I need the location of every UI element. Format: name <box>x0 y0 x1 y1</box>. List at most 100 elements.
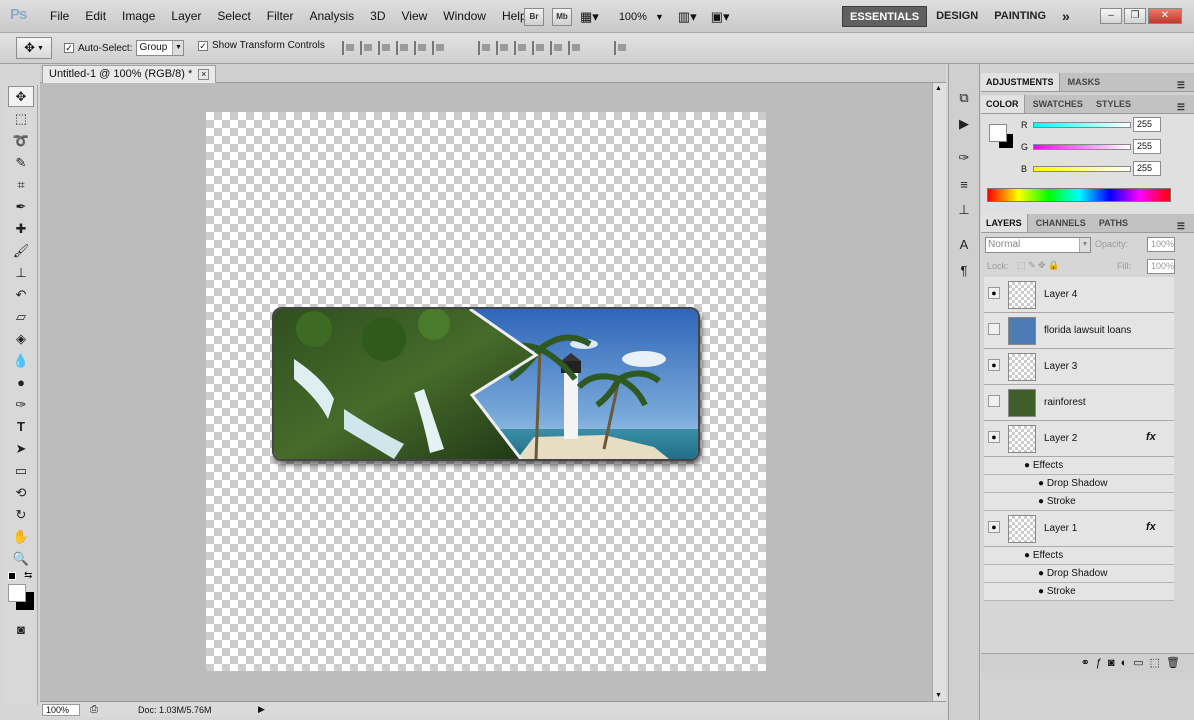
zoom-dropdown-icon[interactable]: ▼ <box>655 12 664 22</box>
eraser-tool-icon[interactable]: ▱ <box>8 306 34 327</box>
menu-3d[interactable]: 3D <box>362 0 393 33</box>
foreground-color-chip[interactable] <box>989 124 1007 142</box>
align-right-icon[interactable] <box>432 41 446 55</box>
bridge-button[interactable]: Br <box>524 7 544 26</box>
align-top-icon[interactable] <box>342 41 356 55</box>
distribute-vcenter-icon[interactable] <box>496 41 510 55</box>
eye-icon[interactable]: ● <box>1038 586 1044 597</box>
dodge-tool-icon[interactable]: ● <box>8 372 34 393</box>
tab-masks[interactable]: MASKS <box>1063 73 1106 91</box>
effect-row[interactable]: ● Stroke <box>984 583 1174 601</box>
workspace-design[interactable]: DESIGN <box>929 6 985 27</box>
menu-file[interactable]: File <box>42 0 77 33</box>
view-extras-icon[interactable]: ▦▾ <box>580 9 599 25</box>
menu-edit[interactable]: Edit <box>77 0 114 33</box>
menu-window[interactable]: Window <box>435 0 494 33</box>
menu-select[interactable]: Select <box>209 0 258 33</box>
layer-row[interactable]: ● Layer 1 fx <box>984 511 1174 547</box>
g-slider[interactable] <box>1033 144 1131 150</box>
marquee-tool-icon[interactable]: ⬚ <box>8 108 34 129</box>
tab-styles[interactable]: STYLES <box>1091 95 1136 113</box>
distribute-top-icon[interactable] <box>478 41 492 55</box>
character-panel-icon[interactable]: A <box>953 234 975 254</box>
layer-row[interactable]: ● Layer 2 fx <box>984 421 1174 457</box>
auto-select-checkbox[interactable]: ✓ <box>64 43 74 53</box>
distribute-left-icon[interactable] <box>532 41 546 55</box>
eye-icon[interactable]: ● <box>1038 478 1044 489</box>
close-tab-icon[interactable]: × <box>198 69 210 80</box>
lasso-tool-icon[interactable]: ➰ <box>8 130 34 151</box>
effect-row[interactable]: ● Stroke <box>984 493 1174 511</box>
b-value-input[interactable]: 255 <box>1133 161 1161 176</box>
eye-icon[interactable]: ● <box>1024 550 1030 561</box>
minimize-button[interactable]: – <box>1100 8 1122 24</box>
tab-color[interactable]: COLOR <box>981 95 1025 113</box>
distribute-hcenter-icon[interactable] <box>550 41 564 55</box>
b-slider[interactable] <box>1033 166 1131 172</box>
distribute-bottom-icon[interactable] <box>514 41 528 55</box>
status-menu-icon[interactable]: ▶ <box>258 704 265 715</box>
clone-source-icon[interactable]: ⊥ <box>953 200 975 220</box>
path-selection-tool-icon[interactable]: ➤ <box>8 438 34 459</box>
scroll-down-icon[interactable]: ▼ <box>935 692 942 699</box>
layer-fx-icon[interactable]: fx <box>1146 431 1156 443</box>
effect-row[interactable]: ● Drop Shadow <box>984 475 1174 493</box>
layer-row[interactable]: ● Layer 4 <box>984 277 1174 313</box>
zoom-tool-icon[interactable]: 🔍 <box>8 548 34 569</box>
layer-row[interactable]: rainforest <box>984 385 1174 421</box>
tab-adjustments[interactable]: ADJUSTMENTS <box>981 73 1060 91</box>
visibility-eye-icon[interactable]: ● <box>988 521 1000 533</box>
lock-icons[interactable]: ⬚ ✎ ✥ 🔒 <box>1017 260 1059 271</box>
vertical-scrollbar[interactable]: ▲ ▼ <box>932 83 946 701</box>
type-tool-icon[interactable]: T <box>8 416 34 437</box>
effects-row[interactable]: ● Effects <box>984 547 1174 565</box>
shape-tool-icon[interactable]: ▭ <box>8 460 34 481</box>
crop-tool-icon[interactable]: ⌗ <box>8 174 34 195</box>
zoom-level[interactable]: 100% <box>619 11 647 23</box>
more-workspaces-icon[interactable]: » <box>1055 6 1077 27</box>
color-spectrum-ramp[interactable] <box>987 188 1171 202</box>
align-hcenter-icon[interactable] <box>414 41 428 55</box>
menu-filter[interactable]: Filter <box>259 0 302 33</box>
link-layers-icon[interactable]: ⚭ <box>1081 657 1096 669</box>
menu-layer[interactable]: Layer <box>163 0 209 33</box>
adjustment-layer-icon[interactable]: ◐ <box>1121 657 1134 669</box>
layer-row[interactable]: florida lawsuit loans <box>984 313 1174 349</box>
workspace-essentials[interactable]: ESSENTIALS <box>842 6 928 27</box>
auto-select-dropdown[interactable]: Group ▼ <box>136 40 185 56</box>
visibility-eye-icon[interactable]: ● <box>988 431 1000 443</box>
tab-swatches[interactable]: SWATCHES <box>1028 95 1088 113</box>
swap-colors-icon[interactable]: ⇆ <box>24 570 32 581</box>
visibility-toggle[interactable] <box>988 323 1000 335</box>
history-panel-icon[interactable]: ⧉ <box>953 88 975 108</box>
opacity-input[interactable]: 100% <box>1147 237 1175 252</box>
visibility-toggle[interactable] <box>988 395 1000 407</box>
effect-row[interactable]: ● Drop Shadow <box>984 565 1174 583</box>
menu-analysis[interactable]: Analysis <box>301 0 362 33</box>
screen-mode-icon[interactable]: ▣▾ <box>711 9 730 25</box>
align-left-icon[interactable] <box>396 41 410 55</box>
delete-layer-icon[interactable]: 🗑 <box>1166 657 1186 669</box>
distribute-right-icon[interactable] <box>568 41 582 55</box>
new-group-icon[interactable]: ▭ <box>1133 657 1149 669</box>
paragraph-panel-icon[interactable]: ¶ <box>953 260 975 280</box>
layer-fx-icon[interactable]: fx <box>1146 521 1156 533</box>
tool-preset-picker[interactable]: ✥ ▼ <box>16 37 52 59</box>
restore-button[interactable]: ❐ <box>1124 8 1146 24</box>
eyedropper-tool-icon[interactable]: ✒ <box>8 196 34 217</box>
status-zoom[interactable]: 100% <box>42 703 80 716</box>
arrange-documents-icon[interactable]: ▥▾ <box>678 9 697 25</box>
brush-presets-icon[interactable]: ✑ <box>953 148 975 168</box>
new-layer-icon[interactable]: ⬚ <box>1150 657 1166 669</box>
3d-rotate-tool-icon[interactable]: ⟲ <box>8 482 34 503</box>
eye-icon[interactable]: ● <box>1024 460 1030 471</box>
eye-icon[interactable]: ● <box>1038 496 1044 507</box>
add-mask-icon[interactable]: ◙ <box>1108 657 1121 669</box>
add-style-icon[interactable]: ƒ <box>1096 657 1108 669</box>
history-brush-tool-icon[interactable]: ↶ <box>8 284 34 305</box>
quick-selection-tool-icon[interactable]: ✎ <box>8 152 34 173</box>
visibility-eye-icon[interactable]: ● <box>988 287 1000 299</box>
workspace-painting[interactable]: PAINTING <box>987 6 1053 27</box>
layer-row[interactable]: ● Layer 3 <box>984 349 1174 385</box>
tab-paths[interactable]: PATHS <box>1094 214 1133 232</box>
